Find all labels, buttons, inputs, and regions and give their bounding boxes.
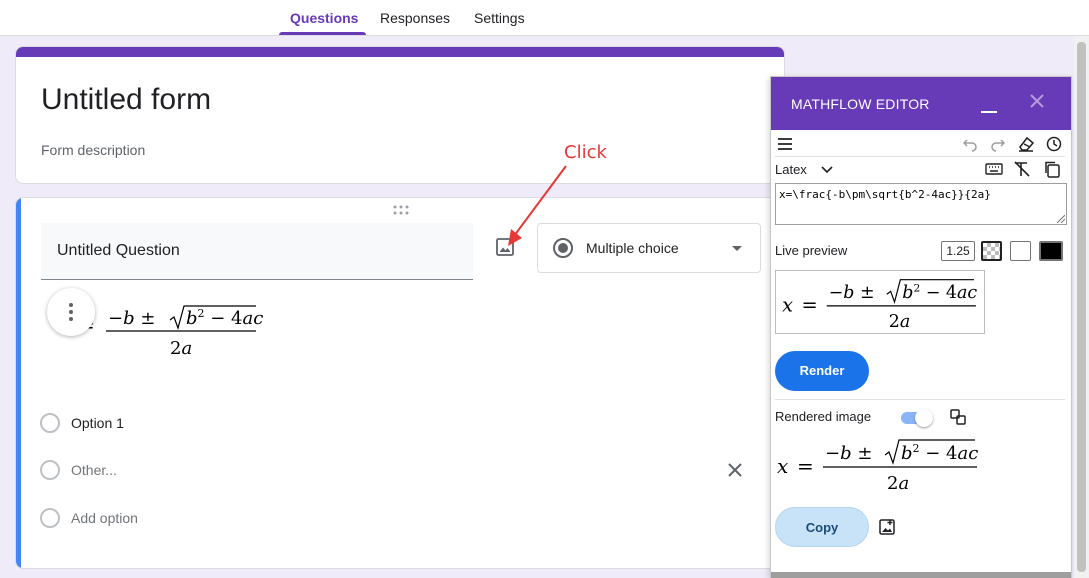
- mathflow-editor-panel: MATHFLOW EDITOR Latex x=\frac{-b\pm\sqrt: [770, 76, 1072, 578]
- top-tab-bar: Questions Responses Settings: [0, 0, 1089, 36]
- section-divider: [775, 399, 1065, 400]
- panel-bottom-bar: [771, 572, 1071, 578]
- question-title: Untitled Question: [57, 242, 180, 259]
- annotation-arrow: [508, 165, 567, 246]
- toggle-thumb: [915, 409, 933, 427]
- chevron-down-icon[interactable]: [821, 165, 833, 175]
- form-accent-band: [16, 47, 784, 57]
- option-radio: [40, 413, 60, 433]
- live-preview-formula: x = −b ± b2 − 4ac 2a: [775, 270, 985, 334]
- drag-handle-icon[interactable]: [392, 204, 410, 216]
- history-icon[interactable]: [1045, 135, 1063, 153]
- clear-format-icon[interactable]: [1013, 160, 1031, 178]
- tab-questions[interactable]: Questions: [290, 10, 358, 26]
- svg-text:b2 − 4ac: b2 − 4ac: [902, 281, 977, 303]
- svg-text:b2 − 4ac: b2 − 4ac: [186, 307, 263, 329]
- render-button[interactable]: Render: [775, 351, 869, 391]
- menu-icon[interactable]: [776, 135, 794, 153]
- insert-image-icon[interactable]: [878, 518, 896, 536]
- svg-text:−b ±: −b ±: [108, 308, 155, 329]
- input-language-select[interactable]: Latex: [775, 162, 807, 177]
- form-title[interactable]: Untitled form: [41, 83, 211, 117]
- live-preview-label: Live preview: [775, 243, 848, 258]
- svg-text:−b ±: −b ±: [825, 443, 872, 464]
- add-option-button[interactable]: Add option: [71, 510, 138, 526]
- active-question-bar: [16, 198, 21, 568]
- question-type-label: Multiple choice: [586, 240, 679, 256]
- white-background-button[interactable]: [1010, 241, 1031, 261]
- scrollbar-thumb[interactable]: [1077, 42, 1086, 572]
- eraser-icon[interactable]: [1017, 135, 1035, 153]
- undo-icon[interactable]: [961, 135, 979, 153]
- keyboard-icon[interactable]: [985, 160, 1003, 178]
- scale-input[interactable]: 1.25: [941, 241, 975, 261]
- page-scrollbar[interactable]: [1074, 36, 1089, 578]
- rendered-image-label: Rendered image: [775, 409, 872, 424]
- form-description[interactable]: Form description: [41, 142, 145, 158]
- question-card: Untitled Question Multiple choice x = −b…: [15, 197, 785, 569]
- tab-settings[interactable]: Settings: [474, 10, 525, 26]
- rendered-formula-image: x = −b ± b2 − 4ac 2a: [777, 439, 978, 494]
- more-options-button[interactable]: [47, 288, 95, 336]
- active-tab-indicator: [279, 32, 366, 35]
- option-radio: [40, 460, 60, 480]
- transparent-background-button[interactable]: [981, 241, 1002, 261]
- rendered-image-toggle[interactable]: [901, 409, 933, 427]
- mathflow-title: MATHFLOW EDITOR: [791, 96, 930, 112]
- svg-text:=: =: [802, 294, 818, 317]
- option-label[interactable]: Option 1: [71, 415, 124, 431]
- form-header-card: Untitled form Form description: [15, 46, 785, 184]
- latex-input[interactable]: x=\frac{-b\pm\sqrt{b^2-4ac}}{2a}: [775, 183, 1067, 225]
- swap-icon[interactable]: [949, 408, 967, 426]
- copy-button[interactable]: Copy: [775, 507, 869, 547]
- svg-text:x: x: [777, 454, 788, 478]
- black-background-button[interactable]: [1039, 241, 1063, 261]
- minimize-button[interactable]: [981, 93, 997, 113]
- svg-text:−b ±: −b ±: [829, 283, 875, 303]
- more-vert-icon: [69, 303, 73, 321]
- resize-handle-icon[interactable]: [1057, 215, 1065, 223]
- question-title-field[interactable]: Untitled Question: [41, 223, 473, 280]
- copy-icon[interactable]: [1043, 160, 1061, 178]
- toolbar-divider: [775, 156, 1065, 157]
- svg-text:2a: 2a: [887, 473, 909, 494]
- svg-text:=: =: [797, 454, 814, 478]
- dropdown-arrow-icon: [732, 246, 742, 251]
- svg-text:x: x: [782, 294, 793, 317]
- close-icon[interactable]: [1029, 93, 1045, 109]
- redo-icon[interactable]: [989, 135, 1007, 153]
- mathflow-header: MATHFLOW EDITOR: [771, 77, 1071, 130]
- svg-text:2a: 2a: [170, 338, 192, 359]
- close-icon[interactable]: [728, 463, 742, 477]
- option-radio: [40, 508, 60, 528]
- svg-text:b2 − 4ac: b2 − 4ac: [901, 442, 978, 464]
- other-option-label[interactable]: Other...: [71, 462, 117, 478]
- svg-text:2a: 2a: [889, 312, 910, 332]
- tab-responses[interactable]: Responses: [380, 10, 450, 26]
